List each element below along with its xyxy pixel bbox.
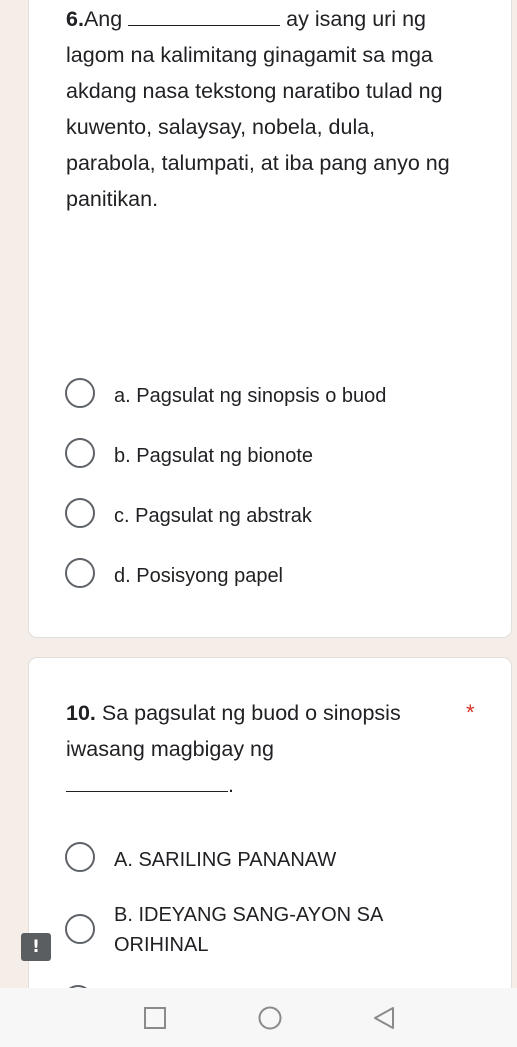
option-label: d. Posisyong papel: [114, 565, 284, 587]
question-6-text-rest: ay isang uri ng lagom na kalimitang gina…: [66, 7, 450, 211]
option-label: a. Pagsulat ng sinopsis o buod: [114, 385, 387, 407]
system-navigation-bar: [0, 988, 517, 1047]
radio-button[interactable]: [65, 558, 95, 588]
radio-button[interactable]: [65, 498, 95, 528]
radio-button[interactable]: [65, 914, 95, 944]
radio-button[interactable]: [65, 378, 95, 408]
question-10-blank: [66, 791, 228, 792]
option-label: b. Pagsulat ng bionote: [114, 445, 314, 467]
back-icon[interactable]: [371, 1005, 397, 1031]
question-10-period: .: [228, 773, 234, 797]
question-10-number: 10.: [66, 701, 96, 725]
question-6-number: 6.: [66, 7, 84, 31]
home-icon[interactable]: [257, 1005, 283, 1031]
question-card-6: 6.Ang ay isang uri ng lagom na kalimitan…: [28, 0, 512, 638]
radio-button[interactable]: [65, 842, 95, 872]
radio-button[interactable]: [65, 438, 95, 468]
required-indicator: *: [466, 700, 475, 725]
error-badge: !: [21, 933, 51, 961]
option-label: A. SARILING PANANAW: [114, 849, 337, 871]
question-10-text: 10. Sa pagsulat ng buod o sinopsis iwasa…: [66, 695, 466, 803]
option-label: B. IDEYANG SANG-AYON SA ORIHINAL: [114, 904, 383, 956]
question-6-text-start: Ang: [83, 7, 123, 31]
question-6-text: 6.Ang ay isang uri ng lagom na kalimitan…: [66, 1, 466, 217]
question-10-text-body: Sa pagsulat ng buod o sinopsis iwasang m…: [66, 701, 401, 761]
recent-apps-icon[interactable]: [142, 1005, 168, 1031]
question-6-blank: [128, 25, 281, 26]
option-label: c. Pagsulat ng abstrak: [114, 505, 312, 527]
question-card-10: 10. Sa pagsulat ng buod o sinopsis iwasa…: [28, 657, 512, 1017]
